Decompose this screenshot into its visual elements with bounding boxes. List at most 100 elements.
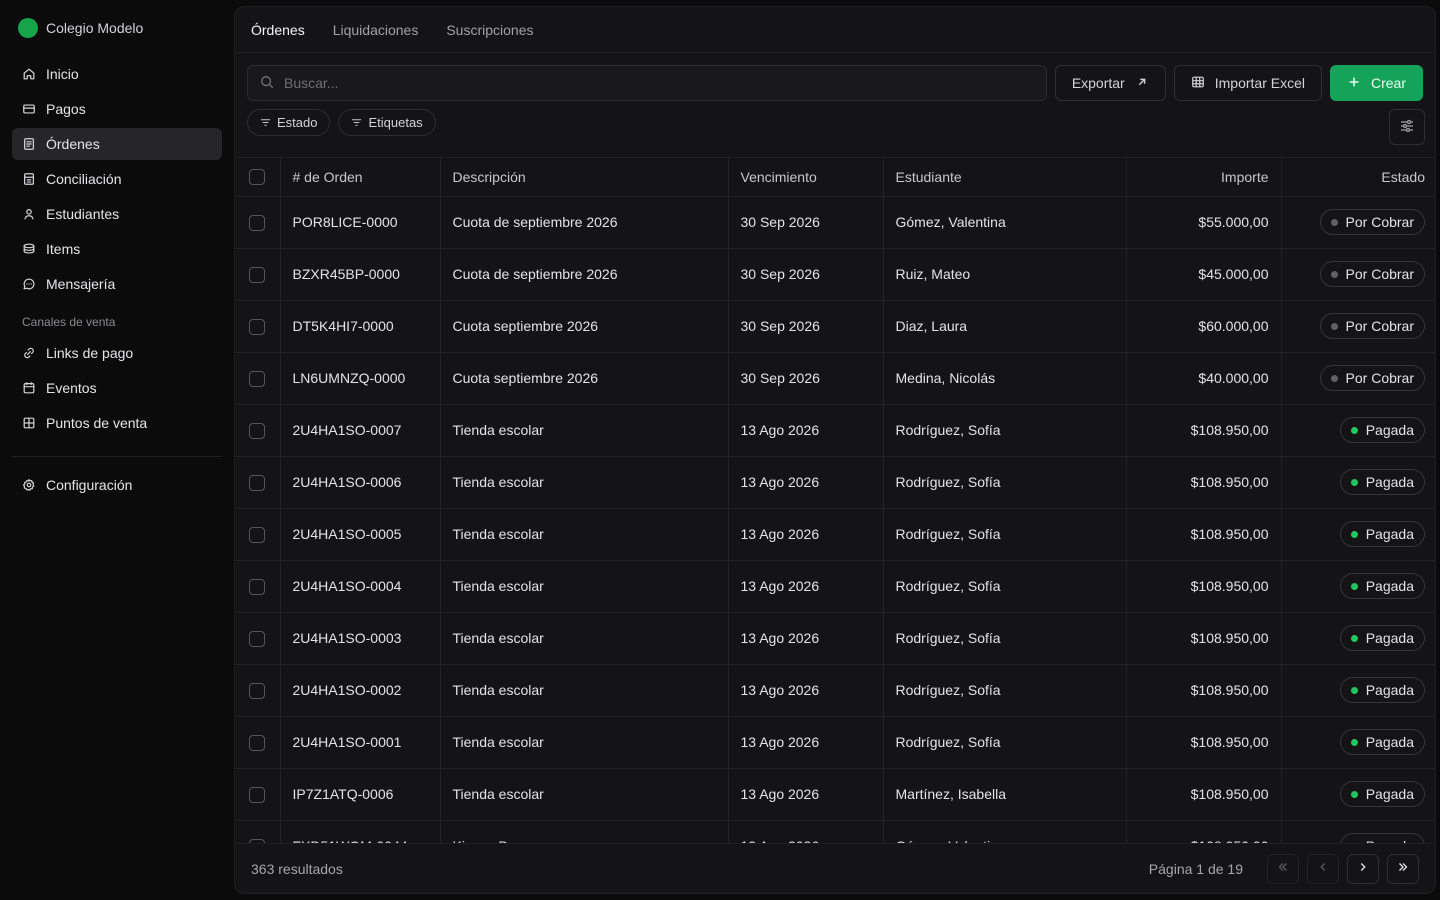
filter-chip-etiquetas[interactable]: Etiquetas xyxy=(338,109,436,136)
column-header-due[interactable]: Vencimiento xyxy=(728,158,884,197)
cell-order-number[interactable]: 2U4HA1SO-0005 xyxy=(280,508,441,561)
sidebar-item-conciliacion[interactable]: Conciliación xyxy=(12,163,222,195)
cell-amount: $108.950,00 xyxy=(1126,820,1282,845)
wallet-icon xyxy=(22,102,36,116)
import-excel-button[interactable]: Importar Excel xyxy=(1173,65,1322,101)
cell-order-number[interactable]: 2U4HA1SO-0007 xyxy=(280,404,441,457)
sidebar-item-inicio[interactable]: Inicio xyxy=(12,58,222,90)
filter-chip-estado[interactable]: Estado xyxy=(247,109,331,136)
table-row[interactable]: 2U4HA1SO-0001 Tienda escolar 13 Ago 2026 Ro… xyxy=(235,716,1435,769)
cell-due-date: 30 Sep 2026 xyxy=(728,352,884,405)
cell-order-number[interactable]: DT5K4HI7-0000 xyxy=(280,300,441,353)
table-row[interactable]: 2U4HA1SO-0003 Tienda escolar 13 Ago 2026 Ro… xyxy=(235,612,1435,665)
row-checkbox[interactable] xyxy=(249,526,266,543)
cell-order-number[interactable]: 2U4HA1SO-0001 xyxy=(280,716,441,769)
cell-amount: $108.950,00 xyxy=(1126,456,1282,509)
table-row[interactable]: FXD51WOM-0044Kiosco Demo13 Ago 2026Gómez… xyxy=(235,820,1435,845)
sidebar: Colegio Modelo Inicio Pagos Órdenes Concili… xyxy=(0,0,234,900)
table-row[interactable]: POR8LICE-0000 Cuota de septiembre 2026 30 … xyxy=(235,196,1435,249)
row-checkbox[interactable] xyxy=(249,786,266,803)
cell-order-number[interactable]: 2U4HA1SO-0003 xyxy=(280,612,441,665)
create-button[interactable]: Crear xyxy=(1329,65,1423,101)
main-panel: Órdenes Liquidaciones Suscripciones Export… xyxy=(234,6,1436,894)
sidebar-item-label: Pagos xyxy=(46,101,86,117)
row-checkbox[interactable] xyxy=(249,474,266,491)
sidebar-item-links-de-pago[interactable]: Links de pago xyxy=(12,337,222,369)
sidebar-item-configuracion[interactable]: Configuración xyxy=(12,469,222,501)
status-badge: Pagada xyxy=(1339,573,1425,599)
sidebar-item-mensajeria[interactable]: Mensajería xyxy=(12,268,222,300)
row-checkbox[interactable] xyxy=(249,630,266,647)
sidebar-item-eventos[interactable]: Eventos xyxy=(12,372,222,404)
cell-order-number[interactable]: FXD51WOM-0044 xyxy=(280,820,441,845)
status-badge: Por Cobrar xyxy=(1319,209,1425,235)
cell-order-number[interactable]: LN6UMNZQ-0000 xyxy=(280,352,441,405)
status-badge: Pagada xyxy=(1339,781,1425,807)
last-page-button[interactable] xyxy=(1387,853,1419,884)
table-row[interactable]: IP7Z1ATQ-0006 Tienda escolar 13 Ago 2026 Ma… xyxy=(235,768,1435,821)
view-options-button[interactable] xyxy=(1389,109,1425,145)
row-checkbox[interactable] xyxy=(249,266,266,283)
table-row[interactable]: LN6UMNZQ-0000 Cuota septiembre 2026 30 Sep… xyxy=(235,352,1435,405)
status-badge: Pagada xyxy=(1339,729,1425,755)
row-checkbox[interactable] xyxy=(249,682,266,699)
status-dot xyxy=(1350,530,1358,538)
sidebar-item-pagos[interactable]: Pagos xyxy=(12,93,222,125)
select-all-checkbox[interactable] xyxy=(249,169,266,186)
export-button[interactable]: Exportar xyxy=(1054,65,1166,101)
sidebar-item-items[interactable]: Items xyxy=(12,233,222,265)
sidebar-item-label: Eventos xyxy=(46,380,97,396)
table-row[interactable]: 2U4HA1SO-0007 Tienda escolar 13 Ago 2026 Ro… xyxy=(235,404,1435,457)
cell-order-number[interactable]: POR8LICE-0000 xyxy=(280,196,441,249)
row-checkbox[interactable] xyxy=(249,734,266,751)
search-box[interactable] xyxy=(247,65,1047,101)
row-select-cell xyxy=(235,820,281,845)
search-input[interactable] xyxy=(284,75,1034,91)
filter-icon xyxy=(351,117,362,128)
cell-order-number[interactable]: 2U4HA1SO-0002 xyxy=(280,664,441,717)
cell-amount: $108.950,00 xyxy=(1126,768,1282,821)
column-header-student[interactable]: Estudiante xyxy=(883,158,1127,197)
row-checkbox[interactable] xyxy=(249,578,266,595)
cell-status: Por Cobrar xyxy=(1281,196,1435,249)
row-select-cell xyxy=(235,196,281,249)
row-checkbox[interactable] xyxy=(249,370,266,387)
sidebar-item-estudiantes[interactable]: Estudiantes xyxy=(12,198,222,230)
table-row[interactable]: 2U4HA1SO-0006 Tienda escolar 13 Ago 2026 Ro… xyxy=(235,456,1435,509)
table-row[interactable]: 2U4HA1SO-0004 Tienda escolar 13 Ago 2026 Ro… xyxy=(235,560,1435,613)
row-checkbox[interactable] xyxy=(249,422,266,439)
cell-amount: $108.950,00 xyxy=(1126,404,1282,457)
row-select-cell xyxy=(235,300,281,353)
tab-liquidaciones[interactable]: Liquidaciones xyxy=(333,22,419,38)
sidebar-item-puntos-de-venta[interactable]: Puntos de venta xyxy=(12,407,222,439)
cell-description: Tienda escolar xyxy=(440,456,729,509)
status-badge: Pagada xyxy=(1339,417,1425,443)
cell-order-number[interactable]: BZXR45BP-0000 xyxy=(280,248,441,301)
status-label: Pagada xyxy=(1365,422,1414,438)
row-checkbox[interactable] xyxy=(249,318,266,335)
column-header-order[interactable]: # de Orden xyxy=(280,158,441,197)
column-header-description[interactable]: Descripción xyxy=(440,158,729,197)
cell-order-number[interactable]: 2U4HA1SO-0004 xyxy=(280,560,441,613)
plus-icon xyxy=(1347,75,1361,92)
next-page-button[interactable] xyxy=(1347,853,1379,884)
sidebar-item-ordenes[interactable]: Órdenes xyxy=(12,128,222,160)
table-row[interactable]: 2U4HA1SO-0005 Tienda escolar 13 Ago 2026 Ro… xyxy=(235,508,1435,561)
cell-due-date: 13 Ago 2026 xyxy=(728,508,884,561)
status-badge: Pagada xyxy=(1339,625,1425,651)
previous-page-button[interactable] xyxy=(1307,853,1339,884)
column-header-status[interactable]: Estado xyxy=(1281,158,1435,197)
table-row[interactable]: BZXR45BP-0000 Cuota de septiembre 2026 30 … xyxy=(235,248,1435,301)
row-checkbox[interactable] xyxy=(249,214,266,231)
cell-student: Martínez, Isabella xyxy=(883,768,1127,821)
cell-student: Diaz, Laura xyxy=(883,300,1127,353)
brand[interactable]: Colegio Modelo xyxy=(12,16,222,40)
column-header-amount[interactable]: Importe xyxy=(1126,158,1282,197)
cell-order-number[interactable]: IP7Z1ATQ-0006 xyxy=(280,768,441,821)
cell-order-number[interactable]: 2U4HA1SO-0006 xyxy=(280,456,441,509)
tab-ordenes[interactable]: Órdenes xyxy=(251,22,305,38)
table-row[interactable]: 2U4HA1SO-0002 Tienda escolar 13 Ago 2026 Ro… xyxy=(235,664,1435,717)
tab-suscripciones[interactable]: Suscripciones xyxy=(446,22,533,38)
first-page-button[interactable] xyxy=(1267,853,1299,884)
table-row[interactable]: DT5K4HI7-0000 Cuota septiembre 2026 30 Sep… xyxy=(235,300,1435,353)
